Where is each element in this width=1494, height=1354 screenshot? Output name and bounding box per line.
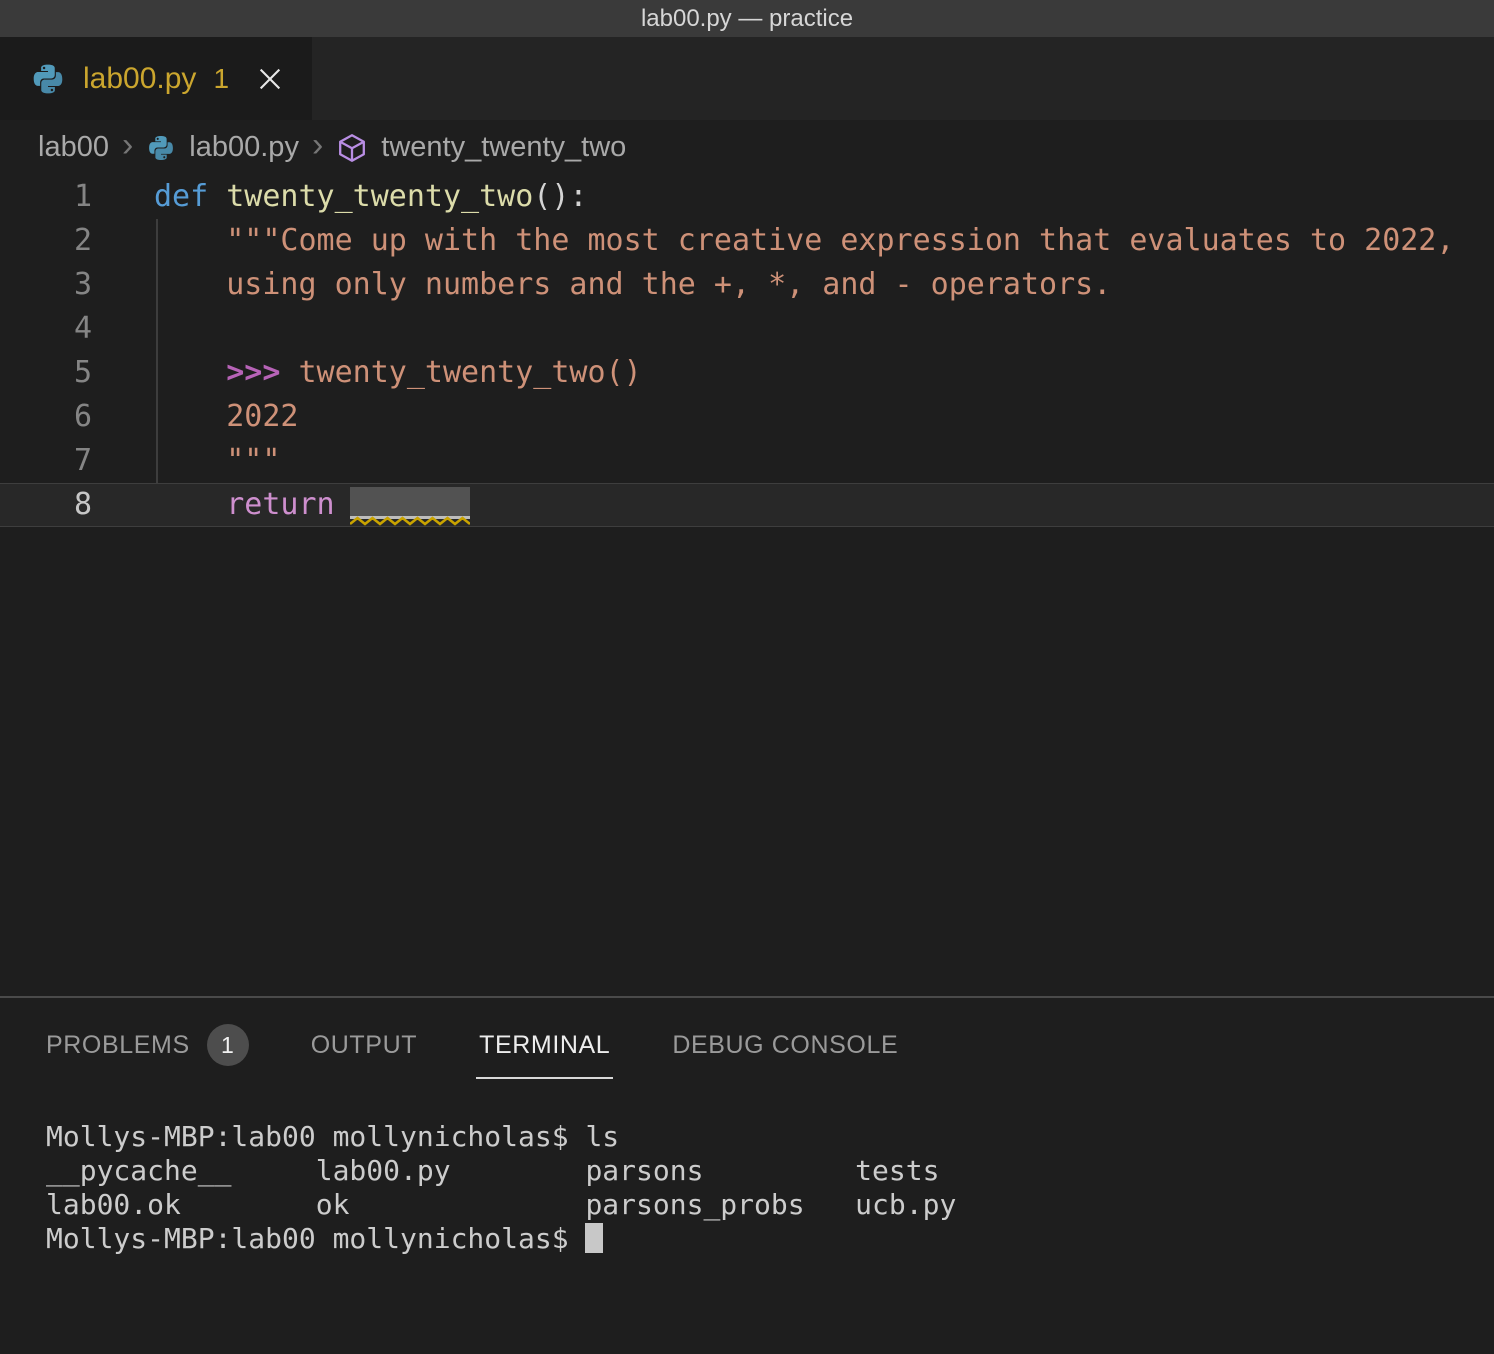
window-title: lab00.py — practice — [641, 5, 853, 33]
code-line[interactable]: 6 2022 — [0, 395, 1494, 439]
code-line[interactable]: 2 """Come up with the most creative expr… — [0, 219, 1494, 263]
code-text: using only numbers and the +, *, and - o… — [92, 263, 1111, 307]
code-text: >>> twenty_twenty_two() — [92, 351, 642, 395]
code-token: """ — [226, 443, 280, 478]
panel-tab-bar: PROBLEMS 1 OUTPUT TERMINAL DEBUG CONSOLE — [0, 998, 1494, 1092]
tab-terminal[interactable]: TERMINAL — [479, 998, 610, 1092]
code-token: """Come up with the most creative expres… — [226, 223, 1454, 258]
code-text: 2022 — [92, 395, 299, 439]
selection-highlight — [350, 487, 470, 519]
problems-count-badge: 1 — [207, 1024, 249, 1066]
code-line[interactable]: 1def twenty_twenty_two(): — [0, 175, 1494, 219]
close-icon[interactable] — [256, 65, 284, 93]
terminal-line: __pycache__ lab00.py parsons tests — [46, 1154, 1494, 1188]
tab-debug-console-label: DEBUG CONSOLE — [672, 1031, 898, 1060]
python-file-icon — [30, 61, 66, 97]
code-line[interactable]: 5 >>> twenty_twenty_two() — [0, 351, 1494, 395]
code-token — [154, 443, 226, 478]
line-number[interactable]: 5 — [0, 351, 92, 395]
breadcrumb-folder[interactable]: lab00 — [38, 131, 109, 164]
warning-squiggle-icon — [350, 516, 470, 526]
code-lines: 1def twenty_twenty_two():2 """Come up wi… — [0, 175, 1494, 527]
code-token: >>> — [226, 355, 298, 390]
python-file-icon — [146, 133, 176, 163]
code-line[interactable]: 7 """ — [0, 439, 1494, 483]
bottom-panel: PROBLEMS 1 OUTPUT TERMINAL DEBUG CONSOLE… — [0, 996, 1494, 1354]
code-token — [154, 487, 226, 522]
tab-bar: lab00.py 1 — [0, 37, 1494, 120]
line-number[interactable]: 1 — [0, 175, 92, 219]
chevron-right-icon: › — [312, 128, 323, 167]
code-token — [154, 223, 226, 258]
breadcrumb-file[interactable]: lab00.py — [189, 131, 299, 164]
code-text: """Come up with the most creative expres… — [92, 219, 1454, 263]
tab-terminal-label: TERMINAL — [479, 1031, 610, 1060]
tab-label: lab00.py — [83, 62, 196, 96]
tab-problem-count: 1 — [213, 63, 229, 95]
terminal[interactable]: Mollys-MBP:lab00 mollynicholas$ ls__pyca… — [0, 1092, 1494, 1256]
code-text: return — [92, 484, 470, 526]
line-number[interactable]: 6 — [0, 395, 92, 439]
terminal-prompt: Mollys-MBP:lab00 mollynicholas$ — [46, 1222, 585, 1255]
code-line[interactable]: 4 — [0, 307, 1494, 351]
code-token — [154, 355, 226, 390]
code-token: (): — [533, 179, 587, 214]
line-number[interactable]: 3 — [0, 263, 92, 307]
breadcrumb: lab00 › lab00.py › twenty_twenty_two — [0, 120, 1494, 175]
code-token: def — [154, 179, 208, 214]
breadcrumb-symbol[interactable]: twenty_twenty_two — [381, 131, 626, 164]
tab-output[interactable]: OUTPUT — [311, 998, 417, 1092]
code-editor[interactable]: 1def twenty_twenty_two():2 """Come up wi… — [0, 175, 1494, 996]
line-number[interactable]: 2 — [0, 219, 92, 263]
terminal-output: Mollys-MBP:lab00 mollynicholas$ ls__pyca… — [46, 1120, 1494, 1256]
terminal-cursor — [585, 1223, 603, 1253]
tab-problems-label: PROBLEMS — [46, 1031, 190, 1060]
code-token: return — [226, 487, 334, 522]
chevron-right-icon: › — [122, 128, 133, 167]
terminal-prompt-line: Mollys-MBP:lab00 mollynicholas$ — [46, 1222, 1494, 1256]
code-token: 2022 — [226, 399, 298, 434]
code-token — [154, 267, 226, 302]
code-token — [154, 399, 226, 434]
terminal-line: Mollys-MBP:lab00 mollynicholas$ ls — [46, 1120, 1494, 1154]
terminal-line: lab00.ok ok parsons_probs ucb.py — [46, 1188, 1494, 1222]
code-token — [208, 179, 226, 214]
tab-debug-console[interactable]: DEBUG CONSOLE — [672, 998, 898, 1092]
tab-lab00-py[interactable]: lab00.py 1 — [0, 37, 312, 120]
symbol-cube-icon — [336, 132, 368, 164]
code-line[interactable]: 3 using only numbers and the +, *, and -… — [0, 263, 1494, 307]
tab-output-label: OUTPUT — [311, 1031, 417, 1060]
code-token: twenty_twenty_two — [226, 179, 533, 214]
window-titlebar[interactable]: lab00.py — practice — [0, 0, 1494, 37]
code-text — [92, 307, 154, 351]
line-number[interactable]: 4 — [0, 307, 92, 351]
code-token: twenty_twenty_two() — [299, 355, 642, 390]
line-number[interactable]: 7 — [0, 439, 92, 483]
code-line[interactable]: 8 return — [0, 483, 1494, 527]
line-number[interactable]: 8 — [0, 484, 92, 526]
code-token: using only numbers and the +, *, and - o… — [226, 267, 1111, 302]
code-text: def twenty_twenty_two(): — [92, 175, 587, 219]
code-text: """ — [92, 439, 280, 483]
tab-problems[interactable]: PROBLEMS 1 — [46, 998, 249, 1092]
